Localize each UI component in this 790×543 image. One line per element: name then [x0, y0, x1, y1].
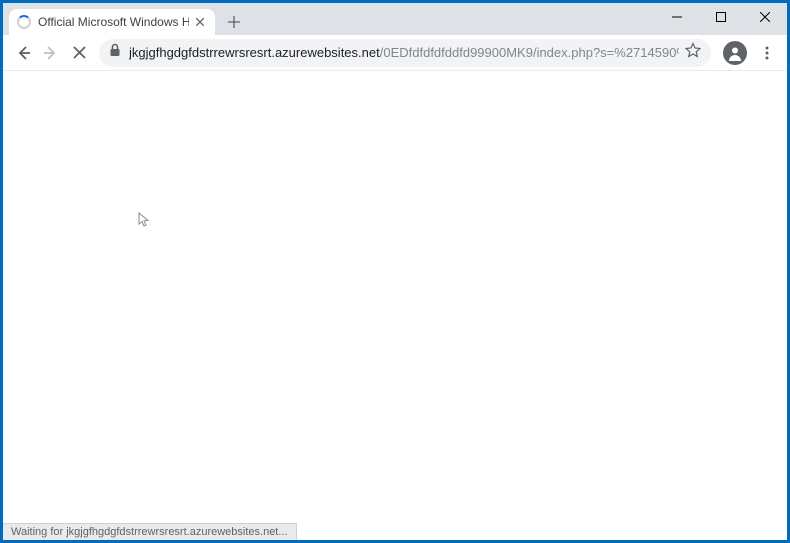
close-button[interactable]	[743, 3, 787, 31]
status-bar: Waiting for jkgjgfhgdgfdstrrewrsresrt.az…	[3, 523, 297, 540]
profile-avatar[interactable]	[723, 41, 747, 65]
url-domain: jkgjgfhgdgfdstrrewrsresrt.azurewebsites.…	[129, 45, 380, 60]
back-button[interactable]	[9, 39, 37, 67]
address-bar[interactable]: jkgjgfhgdgfdstrrewrsresrt.azurewebsites.…	[99, 39, 711, 67]
stop-button[interactable]	[65, 39, 93, 67]
url-text: jkgjgfhgdgfdstrrewrsresrt.azurewebsites.…	[129, 45, 679, 60]
toolbar: jkgjgfhgdgfdstrrewrsresrt.azurewebsites.…	[3, 35, 787, 71]
lock-icon	[109, 43, 121, 62]
maximize-button[interactable]	[699, 3, 743, 31]
menu-button[interactable]	[753, 39, 781, 67]
forward-button[interactable]	[37, 39, 65, 67]
minimize-button[interactable]	[655, 3, 699, 31]
tab-title: Official Microsoft Windows Help	[38, 15, 189, 29]
browser-tab[interactable]: Official Microsoft Windows Help	[9, 9, 215, 35]
browser-window: Official Microsoft Windows Help	[3, 3, 787, 540]
tab-close-button[interactable]	[193, 15, 207, 29]
loading-spinner-icon	[17, 15, 31, 29]
page-content: Waiting for jkgjgfhgdgfdstrrewrsresrt.az…	[3, 71, 787, 540]
new-tab-button[interactable]	[221, 9, 247, 35]
window-controls	[655, 3, 787, 31]
bookmark-star-icon[interactable]	[685, 42, 701, 63]
titlebar: Official Microsoft Windows Help	[3, 3, 787, 35]
url-path: /0EDfdfdfdfddfd99900MK9/index.php?s=%271…	[380, 45, 679, 60]
cursor-icon	[138, 212, 150, 232]
